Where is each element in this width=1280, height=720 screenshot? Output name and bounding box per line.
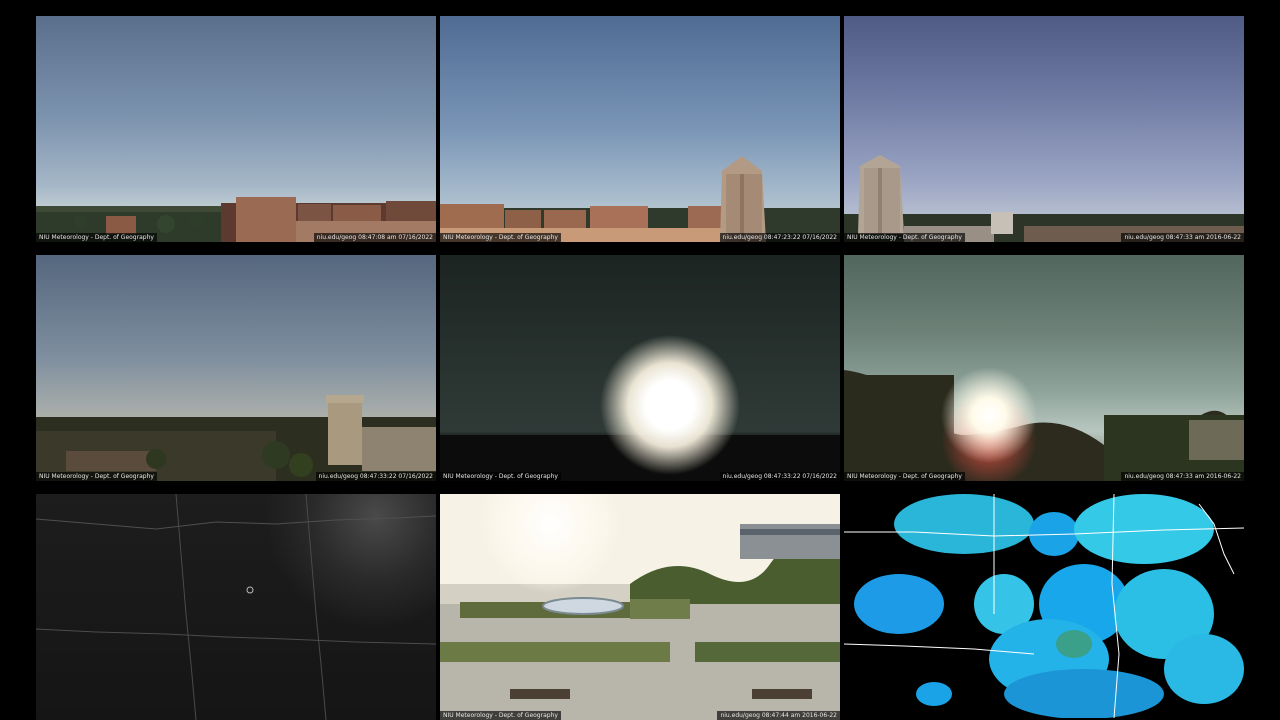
camera-image	[844, 16, 1244, 242]
camera-caption-left: NIU Meteorology - Dept. of Geography	[440, 711, 561, 720]
camera-timestamp: niu.edu/geog 08:47:33:22 07/16/2022	[315, 472, 436, 481]
camera-caption-left: NIU Meteorology - Dept. of Geography	[844, 472, 965, 481]
camera-timestamp: niu.edu/geog 08:47:33 am 2016-06-22	[1121, 233, 1244, 242]
radar-map-icon	[844, 494, 1244, 718]
camera-tile-south[interactable]: NIU Meteorology - Dept. of Geography niu…	[844, 16, 1244, 242]
camera-image	[440, 255, 840, 481]
camera-tile-sun-east[interactable]: niu.edu/geog 08:47:33:22 07/16/2022 NIU …	[440, 255, 840, 481]
camera-image	[844, 255, 1244, 481]
camera-caption-left: NIU Meteorology - Dept. of Geography	[440, 472, 561, 481]
camera-tile-sun-campus[interactable]: NIU Meteorology - Dept. of Geography niu…	[844, 255, 1244, 481]
sun-icon	[941, 367, 1037, 463]
radar-map-tile[interactable]	[844, 494, 1244, 718]
camera-timestamp: niu.edu/geog 08:47:44 am 2016-06-22	[717, 711, 840, 720]
satellite-map-tile[interactable]	[36, 494, 436, 720]
camera-caption-left: NIU Meteorology - Dept. of Geography	[440, 233, 561, 242]
camera-timestamp: niu.edu/geog 08:47:23:22 07/16/2022	[719, 233, 840, 242]
camera-tile-north[interactable]: NIU Meteorology - Dept. of Geography niu…	[36, 16, 436, 242]
camera-caption-left: NIU Meteorology - Dept. of Geography	[844, 233, 965, 242]
camera-tile-east[interactable]: NIU Meteorology - Dept. of Geography niu…	[440, 16, 840, 242]
sun-icon	[600, 335, 740, 475]
webcam-dashboard: NIU Meteorology - Dept. of Geography niu…	[0, 0, 1280, 720]
camera-caption-left: NIU Meteorology - Dept. of Geography	[36, 472, 157, 481]
camera-timestamp: niu.edu/geog 08:47:33:22 07/16/2022	[719, 472, 840, 481]
camera-caption-left: NIU Meteorology - Dept. of Geography	[36, 233, 157, 242]
camera-timestamp: niu.edu/geog 08:47:08 am 07/16/2022	[313, 233, 436, 242]
camera-image	[36, 255, 436, 481]
satellite-map-icon	[36, 494, 436, 720]
camera-image	[440, 16, 840, 242]
camera-tile-west[interactable]: NIU Meteorology - Dept. of Geography niu…	[36, 255, 436, 481]
camera-image	[36, 16, 436, 242]
camera-image	[440, 494, 840, 720]
camera-tile-plaza[interactable]: NIU Meteorology - Dept. of Geography niu…	[440, 494, 840, 720]
camera-timestamp: niu.edu/geog 08:47:33 am 2016-06-22	[1121, 472, 1244, 481]
